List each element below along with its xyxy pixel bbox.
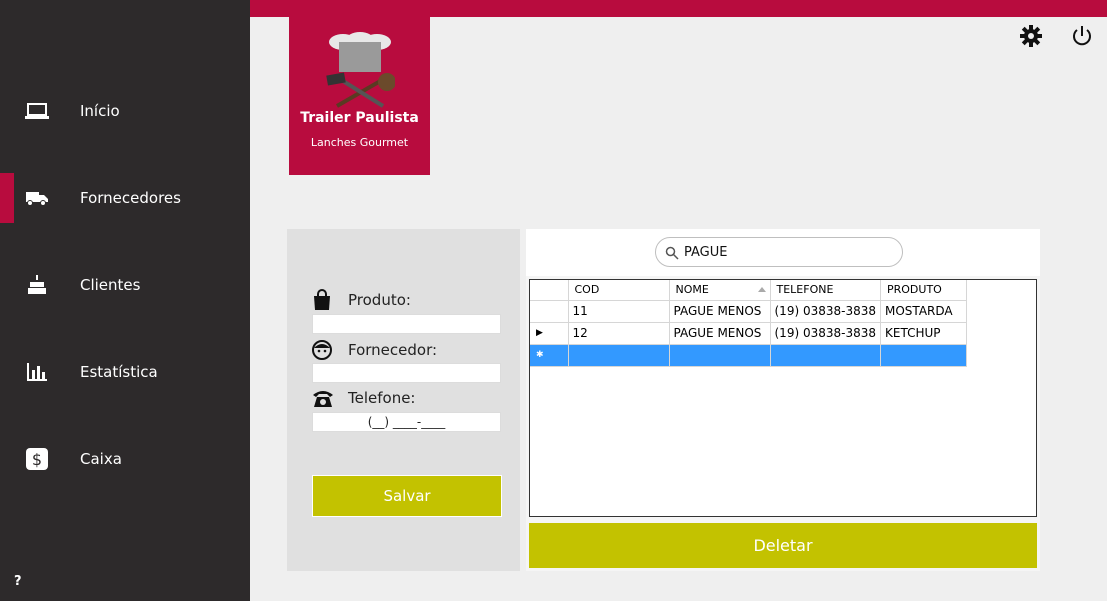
truck-icon xyxy=(24,185,50,211)
cell-nome[interactable]: PAGUE MENOS xyxy=(669,300,771,323)
row-header-corner xyxy=(530,280,569,301)
column-header-telefone[interactable]: TELEFONE xyxy=(770,280,881,301)
cell-cod[interactable]: 11 xyxy=(568,300,670,323)
row-header[interactable]: ▶ xyxy=(530,322,569,345)
brand-logo: Trailer Paulista Lanches Gourmet xyxy=(289,0,430,175)
produto-label: Produto: xyxy=(348,291,411,309)
sidebar-item-clientes[interactable]: Clientes xyxy=(0,260,250,310)
new-row[interactable]: ✱ xyxy=(530,344,967,367)
column-header-produto[interactable]: PRODUTO xyxy=(880,280,967,301)
sidebar-item-label: Caixa xyxy=(80,450,122,468)
new-row-header[interactable]: ✱ xyxy=(530,344,569,367)
column-header-label: NOME xyxy=(675,283,709,297)
face-icon xyxy=(311,339,333,361)
sidebar-item-estatistica[interactable]: Estatística xyxy=(0,347,250,397)
search-icon xyxy=(665,245,679,260)
cell-telefone[interactable]: (19) 03838-3838 xyxy=(770,322,881,345)
current-row-arrow-icon: ▶ xyxy=(536,328,543,338)
cake-icon xyxy=(24,272,50,298)
cell-cod[interactable]: 12 xyxy=(568,322,670,345)
supplier-list-panel: PAGUE COD NOME TELEFONE PRODUTO 11 PAGUE… xyxy=(526,229,1040,571)
cell-produto[interactable]: MOSTARDA xyxy=(880,300,967,323)
power-icon[interactable] xyxy=(1070,24,1094,48)
sort-ascending-icon xyxy=(757,287,766,292)
chef-hat-icon xyxy=(326,32,395,108)
telefone-input[interactable] xyxy=(312,412,501,432)
sidebar-item-label: Fornecedores xyxy=(80,189,181,207)
sidebar-item-inicio[interactable]: Início xyxy=(0,86,250,136)
sidebar-item-label: Clientes xyxy=(80,276,141,294)
sidebar-item-label: Estatística xyxy=(80,363,158,381)
cell-telefone[interactable]: (19) 03838-3838 xyxy=(770,300,881,323)
sidebar-item-fornecedores[interactable]: Fornecedores xyxy=(0,173,250,223)
delete-button[interactable]: Deletar xyxy=(529,523,1037,568)
new-row-icon: ✱ xyxy=(536,350,544,360)
brand-title: Trailer Paulista xyxy=(300,110,419,126)
cell-telefone[interactable] xyxy=(770,344,881,367)
table-row[interactable]: 11 PAGUE MENOS (19) 03838-3838 MOSTARDA xyxy=(530,300,967,323)
produto-input[interactable] xyxy=(312,314,501,334)
laptop-icon xyxy=(24,98,50,124)
search-text: PAGUE xyxy=(684,245,728,260)
row-header[interactable] xyxy=(530,300,569,323)
help-button[interactable]: ? xyxy=(14,574,22,589)
cell-produto[interactable]: KETCHUP xyxy=(880,322,967,345)
column-header-cod[interactable]: COD xyxy=(568,280,670,301)
column-header-nome[interactable]: NOME xyxy=(669,280,771,301)
shopping-bag-icon xyxy=(311,289,333,311)
cell-nome[interactable]: PAGUE MENOS xyxy=(669,322,771,345)
gear-icon[interactable] xyxy=(1019,24,1043,48)
search-input[interactable]: PAGUE xyxy=(655,237,903,267)
telephone-icon xyxy=(311,387,333,409)
telefone-label: Telefone: xyxy=(348,389,416,407)
sidebar-item-label: Início xyxy=(80,102,120,120)
svg-text:$: $ xyxy=(32,450,42,469)
supplier-form: Produto: Fornecedor: Telefone: Salvar xyxy=(287,229,520,571)
sidebar-item-caixa[interactable]: $ Caixa xyxy=(0,434,250,484)
fornecedor-input[interactable] xyxy=(312,363,501,383)
fornecedor-label: Fornecedor: xyxy=(348,341,438,359)
cell-cod[interactable] xyxy=(568,344,670,367)
brand-subtitle: Lanches Gourmet xyxy=(310,136,409,149)
cell-produto[interactable] xyxy=(880,344,967,367)
bar-chart-icon xyxy=(24,359,50,385)
save-button[interactable]: Salvar xyxy=(312,475,502,517)
search-bar: PAGUE xyxy=(526,229,1040,276)
sidebar: Início Fornecedores Clientes Estatística… xyxy=(0,0,250,601)
cell-nome[interactable] xyxy=(669,344,771,367)
table-row[interactable]: ▶ 12 PAGUE MENOS (19) 03838-3838 KETCHUP xyxy=(530,322,967,345)
dollar-icon: $ xyxy=(24,446,50,472)
suppliers-table: COD NOME TELEFONE PRODUTO 11 PAGUE MENOS… xyxy=(529,279,1037,517)
